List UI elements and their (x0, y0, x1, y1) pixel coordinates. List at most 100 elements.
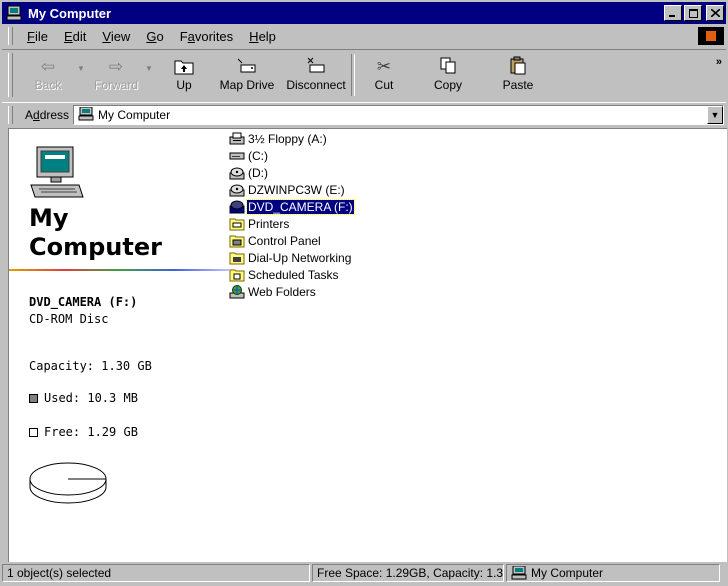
status-location: My Computer (506, 564, 720, 582)
status-bar: 1 object(s) selected Free Space: 1.29GB,… (2, 564, 726, 584)
hard-drive-icon (229, 149, 245, 163)
list-item-dial-up-networking[interactable]: Dial-Up Networking (229, 250, 352, 266)
webview-info-panel: My Computer DVD_CAMERA (F:) CD-ROM Disc … (9, 129, 229, 562)
forward-label: Forward (93, 78, 138, 92)
disk-usage-pie (29, 459, 109, 512)
heading-divider (9, 269, 229, 271)
used-text: Used: 10.3 MB (44, 391, 138, 405)
scheduled-tasks-folder-icon (229, 268, 245, 282)
free-legend-swatch (29, 428, 38, 437)
list-item-floppy-a[interactable]: 3½ Floppy (A:) (229, 131, 328, 147)
list-item-label: Control Panel (248, 234, 321, 248)
list-item-label: DZWINPC3W (E:) (248, 183, 345, 197)
list-item-label: Printers (248, 217, 290, 231)
list-item-label: 3½ Floppy (A:) (248, 132, 327, 146)
menu-bar: File Edit View Go Favorites Help (2, 25, 726, 47)
web-folders-icon (229, 285, 245, 299)
disconnect-icon (305, 56, 327, 78)
capacity-text: Capacity: 1.30 GB (29, 359, 152, 373)
menu-view[interactable]: View (94, 29, 138, 44)
list-item-control-panel[interactable]: Control Panel (229, 233, 322, 249)
copy-label: Copy (433, 78, 462, 92)
cut-button[interactable]: ✂ Cut (355, 50, 413, 100)
selected-item-type: CD-ROM Disc (29, 312, 109, 326)
title-bar[interactable]: My Computer (2, 2, 726, 24)
close-button[interactable] (706, 5, 724, 21)
up-label: Up (176, 78, 192, 92)
list-item-drive-e[interactable]: DZWINPC3W (E:) (229, 182, 346, 198)
cd-drive-icon (229, 166, 245, 180)
free-row: Free: 1.29 GB (29, 425, 138, 439)
address-value: My Computer (98, 108, 171, 122)
printers-folder-icon (229, 217, 245, 231)
scissors-icon: ✂ (376, 57, 392, 76)
address-bar: Address My Computer ▼ (2, 103, 726, 127)
close-icon (710, 9, 720, 17)
dvd-drive-icon (229, 200, 245, 214)
list-item-label: Scheduled Tasks (248, 268, 339, 282)
forward-button[interactable]: ⇨ Forward (87, 50, 145, 100)
list-item-label: (C:) (248, 149, 268, 163)
forward-arrow-icon: ⇨ (108, 57, 124, 76)
menu-go[interactable]: Go (138, 29, 171, 44)
address-dropdown-button[interactable]: ▼ (707, 106, 723, 124)
floppy-drive-icon (229, 132, 245, 146)
forward-dropdown[interactable]: ▼ (145, 64, 155, 73)
panel-heading-line2: Computer (29, 233, 162, 261)
my-computer-icon (6, 5, 22, 21)
toolbar-grip[interactable] (8, 53, 13, 97)
menu-help[interactable]: Help (241, 29, 284, 44)
maximize-icon (688, 8, 698, 18)
list-item-label: Dial-Up Networking (248, 251, 352, 265)
menu-edit[interactable]: Edit (56, 29, 94, 44)
disconnect-button[interactable]: Disconnect (281, 50, 351, 100)
copy-button[interactable]: Copy (413, 50, 483, 100)
up-folder-icon (173, 56, 195, 78)
address-input[interactable]: My Computer ▼ (73, 105, 724, 125)
cut-label: Cut (374, 78, 394, 92)
map-drive-button[interactable]: Map Drive (213, 50, 281, 100)
map-drive-icon (236, 56, 258, 78)
up-button[interactable]: Up (155, 50, 213, 100)
list-item-scheduled-tasks[interactable]: Scheduled Tasks (229, 267, 340, 283)
paste-icon (508, 56, 528, 78)
disconnect-label: Disconnect (286, 78, 346, 92)
address-label: Address (25, 108, 70, 122)
list-item-label: Web Folders (248, 285, 316, 299)
standard-toolbar: ⇦ Back ▼ ⇨ Forward ▼ Up Map Drive Discon… (2, 49, 726, 103)
maximize-button[interactable] (684, 5, 702, 21)
address-grip[interactable] (8, 106, 13, 124)
panel-heading-line1: My (29, 204, 69, 232)
windows-logo-icon (698, 27, 724, 45)
back-dropdown[interactable]: ▼ (77, 64, 87, 73)
menu-grip[interactable] (8, 27, 13, 45)
list-item-web-folders[interactable]: Web Folders (229, 284, 317, 300)
list-item-label: (D:) (248, 166, 268, 180)
list-item-drive-c[interactable]: (C:) (229, 148, 269, 164)
list-item-drive-f[interactable]: DVD_CAMERA (F:) (229, 199, 355, 215)
back-arrow-icon: ⇦ (40, 57, 56, 76)
explorer-window: My Computer File Edit View Go Favorites … (0, 0, 728, 586)
used-row: Used: 10.3 MB (29, 391, 138, 405)
window-title: My Computer (28, 5, 112, 21)
list-item-printers[interactable]: Printers (229, 216, 290, 232)
folder-view: My Computer DVD_CAMERA (F:) CD-ROM Disc … (8, 128, 727, 562)
menu-favorites[interactable]: Favorites (172, 29, 241, 44)
my-computer-icon (511, 566, 527, 580)
control-panel-folder-icon (229, 234, 245, 248)
menu-file[interactable]: File (19, 29, 56, 44)
toolbar-more-chevron[interactable]: » (716, 56, 722, 68)
dial-up-folder-icon (229, 251, 245, 265)
back-button[interactable]: ⇦ Back (19, 50, 77, 100)
status-selection: 1 object(s) selected (2, 564, 310, 582)
status-location-label: My Computer (531, 566, 604, 580)
cd-drive-icon (229, 183, 245, 197)
list-item-label: DVD_CAMERA (F:) (246, 199, 355, 215)
minimize-icon (669, 15, 675, 17)
paste-label: Paste (502, 78, 534, 92)
minimize-button[interactable] (664, 5, 682, 21)
list-item-drive-d[interactable]: (D:) (229, 165, 269, 181)
paste-button[interactable]: Paste (483, 50, 553, 100)
selected-item-name: DVD_CAMERA (F:) (29, 295, 138, 309)
free-text: Free: 1.29 GB (44, 425, 138, 439)
